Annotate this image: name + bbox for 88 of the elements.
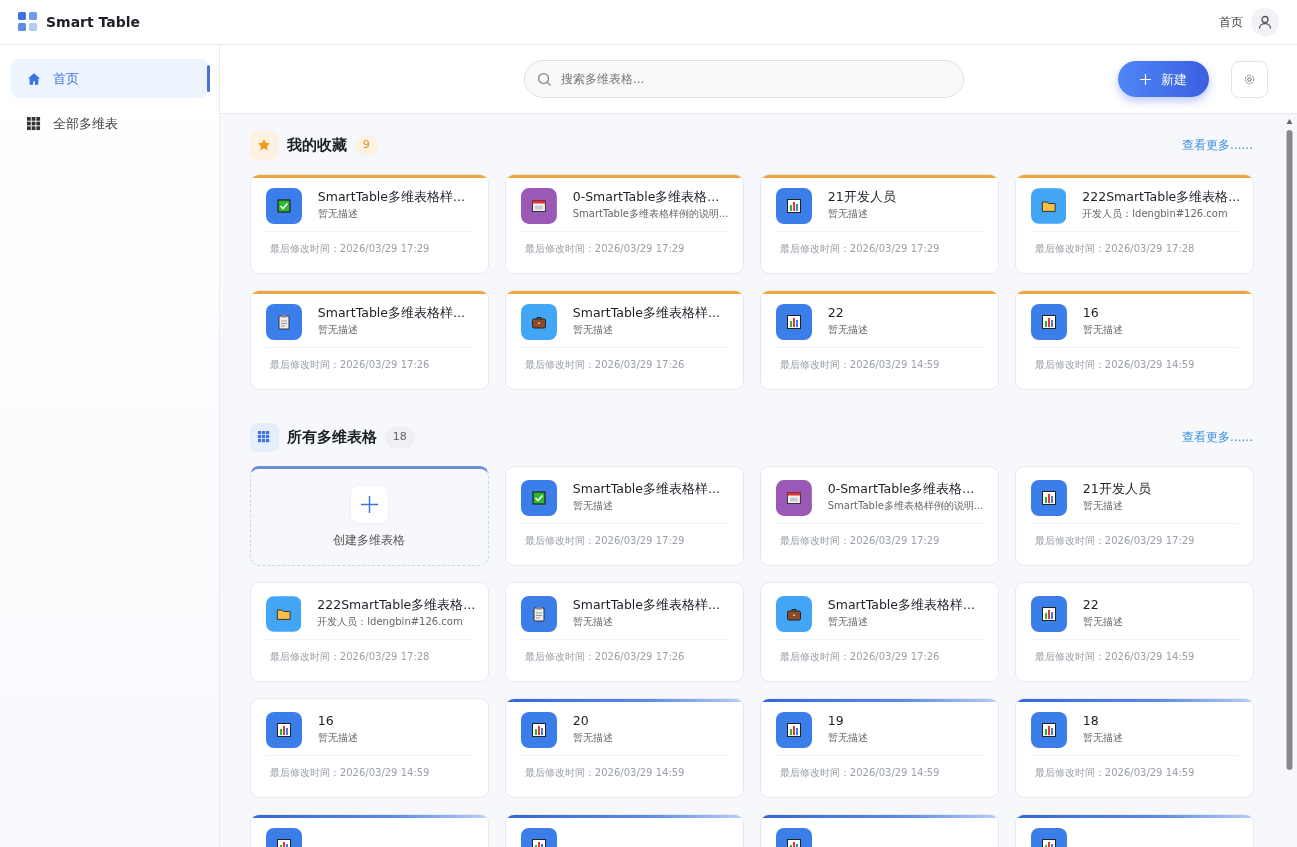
modified-time: 最后修改时间：2026/03/29 14:59 — [1033, 766, 1196, 781]
table-card[interactable]: 22 暂无描述 最后修改时间：2026/03/29 14:59 — [1014, 582, 1254, 683]
card-description: 暂无描述 — [572, 499, 614, 514]
card-description: 暂无描述 — [1082, 731, 1123, 746]
create-card[interactable]: 创建多维表格 — [249, 466, 489, 567]
card-description: 暂无描述 — [572, 615, 614, 630]
modified-time: 最后修改时间：2026/03/29 17:29 — [778, 534, 941, 549]
card-title: 19 — [827, 712, 845, 731]
card-title: 0-SmartTable多维表格... — [827, 480, 976, 499]
card-description: 暂无描述 — [1082, 615, 1123, 630]
sidebar-item[interactable]: 首页 — [11, 59, 208, 99]
modified-time: 最后修改时间：2026/03/29 17:28 — [268, 650, 431, 665]
search-field[interactable]: 搜索多维表格... — [523, 60, 964, 99]
table-card[interactable]: 0-SmartTable多维表格... SmartTable多维表格样例的说明... 最后修改时间：2026/03/29 17:29 — [759, 466, 999, 567]
table-card[interactable]: 222SmartTable多维表格... 开发人员：ldengbin#126.com 最后修改时间：2026/03/29 17:28 — [249, 582, 489, 683]
card-title: 20 — [572, 712, 590, 731]
card-description: 暂无描述 — [317, 323, 359, 338]
modified-time: 最后修改时间：2026/03/29 17:29 — [1033, 534, 1196, 549]
modified-time: 最后修改时间：2026/03/29 14:59 — [778, 358, 941, 373]
table-card[interactable]: SmartTable多维表格样... 暂无描述 最后修改时间：2026/03/29 17:26 — [759, 582, 999, 683]
table-card[interactable]: SmartTable多维表格样... 暂无描述 最后修改时间：2026/03/29 17:26 — [249, 290, 489, 391]
card-title: 222SmartTable多维表格... — [317, 596, 473, 615]
sidebar-item[interactable]: 全部多维表 — [11, 104, 208, 144]
modified-time: 最后修改时间：2026/03/29 14:59 — [268, 766, 431, 781]
card-title: 21开发人员 — [1082, 480, 1151, 499]
count-badge: 9 — [354, 135, 378, 156]
table-card[interactable]: 16 暂无描述 最后修改时间：2026/03/29 14:59 — [1014, 290, 1254, 391]
table-card[interactable]: SmartTable多维表格样... 暂无描述 最后修改时间：2026/03/29 17:26 — [504, 290, 744, 391]
card-title: 21开发人员 — [827, 188, 896, 207]
app-title: Smart Table — [46, 12, 141, 32]
card-title: 0-SmartTable多维表格... — [572, 188, 721, 207]
new-button[interactable]: 新建 — [1118, 61, 1209, 98]
table-card[interactable]: 19 暂无描述 最后修改时间：2026/03/29 14:59 — [759, 698, 999, 799]
modified-time: 最后修改时间：2026/03/29 17:29 — [268, 242, 431, 257]
section-title: 我的收藏 — [286, 135, 347, 157]
modified-time: 最后修改时间：2026/03/29 14:59 — [523, 766, 686, 781]
card-title: 222SmartTable多维表格... — [1082, 188, 1238, 207]
card-title: SmartTable多维表格样... — [572, 596, 720, 615]
card-title: 16 — [317, 712, 335, 731]
card-title: SmartTable多维表格样... — [827, 596, 975, 615]
card-description: 暂无描述 — [827, 207, 869, 222]
card-title: SmartTable多维表格样... — [572, 480, 720, 499]
card-description: 暂无描述 — [1082, 499, 1124, 514]
modified-time: 最后修改时间：2026/03/29 14:59 — [778, 766, 941, 781]
table-card[interactable]: 20 暂无描述 最后修改时间：2026/03/29 14:59 — [504, 698, 744, 799]
table-card[interactable]: 21开发人员 暂无描述 最后修改时间：2026/03/29 17:29 — [1014, 466, 1254, 567]
modified-time: 最后修改时间：2026/03/29 17:29 — [778, 242, 941, 257]
card-description: 暂无描述 — [317, 207, 359, 222]
count-badge: 18 — [384, 427, 415, 448]
home-link[interactable]: 首页 — [1219, 13, 1243, 32]
card-description: SmartTable多维表格样例的说明... — [572, 207, 728, 222]
modified-time: 最后修改时间：2026/03/29 14:59 — [1033, 358, 1196, 373]
modified-time: 最后修改时间：2026/03/29 17:26 — [523, 358, 686, 373]
table-card[interactable]: SmartTable多维表格样... 暂无描述 最后修改时间：2026/03/29 17:29 — [249, 174, 489, 275]
card-title: 22 — [827, 304, 845, 323]
card-description: 开发人员：ldengbin#126.com — [1082, 207, 1229, 222]
card-title: 22 — [1082, 596, 1100, 615]
modified-time: 最后修改时间：2026/03/29 17:28 — [1033, 242, 1196, 257]
table-card[interactable]: 16 暂无描述 最后修改时间：2026/03/29 14:59 — [249, 698, 489, 799]
table-card[interactable]: 18 暂无描述 最后修改时间：2026/03/29 14:59 — [1014, 698, 1254, 799]
modified-time: 最后修改时间：2026/03/29 14:59 — [1033, 650, 1196, 665]
card-description: 暂无描述 — [317, 731, 358, 746]
modified-time: 最后修改时间：2026/03/29 17:29 — [523, 534, 686, 549]
table-card[interactable]: 0-SmartTable多维表格... SmartTable多维表格样例的说明... 最后修改时间：2026/03/29 17:29 — [504, 174, 744, 275]
modified-time: 最后修改时间：2026/03/29 17:29 — [523, 242, 686, 257]
modified-time: 最后修改时间：2026/03/29 17:26 — [268, 358, 431, 373]
card-title: 18 — [1082, 712, 1100, 731]
card-title: 16 — [1082, 304, 1100, 323]
card-title: SmartTable多维表格样... — [317, 304, 465, 323]
create-label: 创建多维表格 — [333, 532, 406, 549]
modified-time: 最后修改时间：2026/03/29 17:26 — [523, 650, 686, 665]
card-title: SmartTable多维表格样... — [572, 304, 720, 323]
card-description: 暂无描述 — [827, 615, 869, 630]
card-description: 开发人员：ldengbin#126.com — [317, 615, 464, 630]
card-description: SmartTable多维表格样例的说明... — [827, 499, 983, 514]
table-card[interactable]: 21开发人员 暂无描述 最后修改时间：2026/03/29 17:29 — [759, 174, 999, 275]
table-card[interactable]: 22 暂无描述 最后修改时间：2026/03/29 14:59 — [759, 290, 999, 391]
table-card[interactable]: SmartTable多维表格样... 暂无描述 最后修改时间：2026/03/29 17:29 — [504, 466, 744, 567]
card-description: 暂无描述 — [1082, 323, 1123, 338]
card-title: SmartTable多维表格样... — [317, 188, 465, 207]
card-description: 暂无描述 — [827, 731, 868, 746]
card-description: 暂无描述 — [827, 323, 868, 338]
card-description: 暂无描述 — [572, 731, 613, 746]
card-description: 暂无描述 — [572, 323, 614, 338]
table-card[interactable]: SmartTable多维表格样... 暂无描述 最后修改时间：2026/03/29 17:26 — [504, 582, 744, 683]
section-title: 所有多维表格 — [286, 427, 377, 449]
table-card[interactable]: 222SmartTable多维表格... 开发人员：ldengbin#126.com 最后修改时间：2026/03/29 17:28 — [1014, 174, 1254, 275]
modified-time: 最后修改时间：2026/03/29 17:26 — [778, 650, 941, 665]
